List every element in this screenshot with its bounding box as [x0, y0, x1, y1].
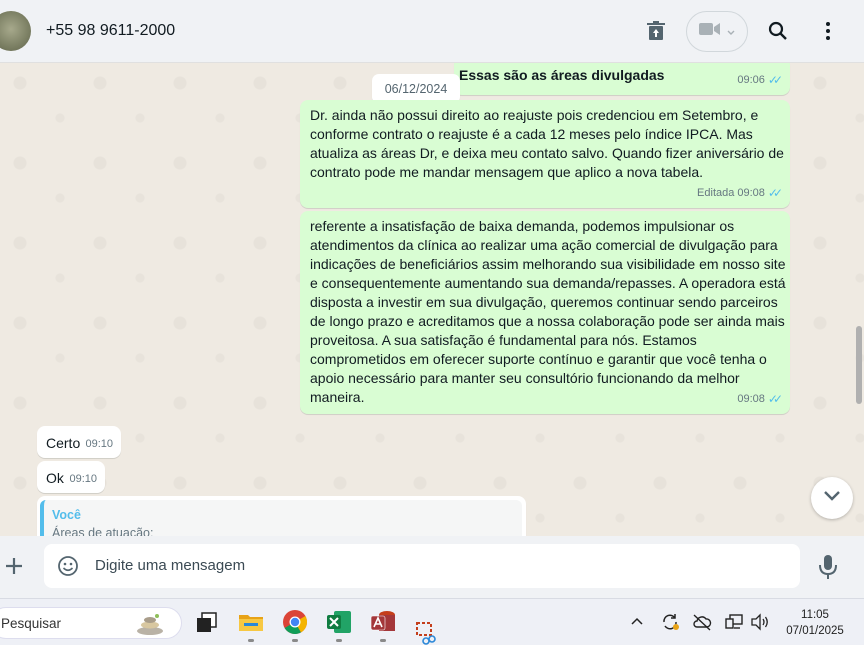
clock-date: 07/01/2025 — [786, 625, 844, 637]
taskbar-search[interactable]: Pesquisar — [0, 607, 182, 639]
sync-icon[interactable] — [660, 613, 680, 631]
contact-avatar[interactable] — [0, 11, 31, 51]
message-bubble-out[interactable]: Dr. ainda não possui direito ao reajuste… — [300, 100, 790, 208]
running-indicator — [336, 639, 342, 642]
running-indicator — [380, 639, 386, 642]
taskbar-clock[interactable]: 11:05 07/01/2025 — [780, 607, 850, 639]
message-bubble-in[interactable]: Ok 09:10 — [37, 461, 105, 493]
trash-icon[interactable] — [643, 18, 669, 44]
taskbar-search-placeholder: Pesquisar — [1, 616, 62, 631]
message-time: 09:08 — [737, 393, 765, 405]
chrome-icon[interactable] — [282, 609, 308, 635]
file-explorer-icon[interactable] — [238, 609, 264, 635]
video-camera-icon — [699, 22, 721, 41]
snipping-tool-icon[interactable] — [414, 621, 440, 645]
quoted-message[interactable]: Você Áreas de atuação: — [40, 500, 522, 536]
attach-plus-icon[interactable] — [2, 554, 26, 578]
message-bubble-out[interactable]: referente a insatisfação de baixa demand… — [300, 211, 790, 414]
message-bubble-in[interactable]: Certo 09:10 — [37, 426, 121, 458]
message-text: Essas são as áreas divulgadas — [459, 67, 665, 83]
windows-taskbar: Pesquisar 11:05 07/01/2025 — [0, 598, 864, 645]
clock-time: 11:05 — [801, 609, 829, 621]
read-ticks-icon: ✓✓ — [767, 73, 783, 87]
running-indicator — [248, 639, 254, 642]
message-time: 09:06 — [737, 74, 765, 86]
message-text: referente a insatisfação de baixa demand… — [310, 218, 786, 405]
cloud-offline-icon[interactable] — [692, 613, 712, 631]
message-text: Certo — [46, 435, 81, 451]
access-icon[interactable] — [370, 609, 396, 635]
microphone-icon[interactable] — [817, 554, 839, 580]
contact-name[interactable]: +55 98 9611-2000 — [46, 22, 175, 40]
message-bubble-in[interactable]: Você Áreas de atuação: — [37, 496, 526, 536]
running-indicator — [292, 639, 298, 642]
chevron-down-icon — [823, 489, 841, 507]
scroll-to-bottom-button[interactable] — [811, 477, 853, 519]
read-ticks-icon: ✓✓ — [767, 186, 783, 200]
message-meta: 09:08 ✓✓ — [737, 390, 783, 409]
message-meta: Editada 09:08 ✓✓ — [697, 184, 783, 203]
edited-label: Editada — [697, 187, 735, 199]
volume-icon[interactable] — [750, 613, 770, 631]
message-time: 09:10 — [85, 438, 113, 450]
task-view-icon[interactable] — [194, 609, 220, 635]
emoji-icon[interactable] — [57, 555, 79, 577]
message-input[interactable] — [95, 557, 775, 574]
composer-bar — [0, 536, 864, 598]
chevron-up-icon[interactable] — [630, 613, 650, 631]
video-call-button[interactable] — [686, 11, 748, 52]
message-input-box — [44, 544, 800, 588]
stones-decoration-icon — [135, 612, 165, 641]
chevron-down-icon — [727, 23, 735, 41]
message-meta: 09:06 ✓✓ — [737, 71, 783, 90]
chat-scrollbar[interactable] — [856, 326, 862, 404]
message-time: 09:10 — [69, 473, 97, 485]
message-text: Ok — [46, 470, 64, 486]
menu-dots-icon[interactable] — [815, 18, 841, 44]
message-time: 09:08 — [737, 187, 765, 199]
message-bubble-out[interactable]: Essas são as áreas divulgadas 09:06 ✓✓ — [454, 63, 790, 95]
quoted-author: Você — [52, 508, 81, 522]
network-icon[interactable] — [724, 613, 744, 631]
message-text: Dr. ainda não possui direito ao reajuste… — [310, 107, 784, 180]
message-list[interactable]: Essas são as áreas divulgadas 09:06 ✓✓ 0… — [0, 63, 864, 536]
read-ticks-icon: ✓✓ — [767, 392, 783, 406]
excel-icon[interactable] — [326, 609, 352, 635]
chat-header: +55 98 9611-2000 — [0, 0, 864, 63]
quoted-text: Áreas de atuação: — [52, 526, 154, 536]
search-icon[interactable] — [765, 18, 791, 44]
